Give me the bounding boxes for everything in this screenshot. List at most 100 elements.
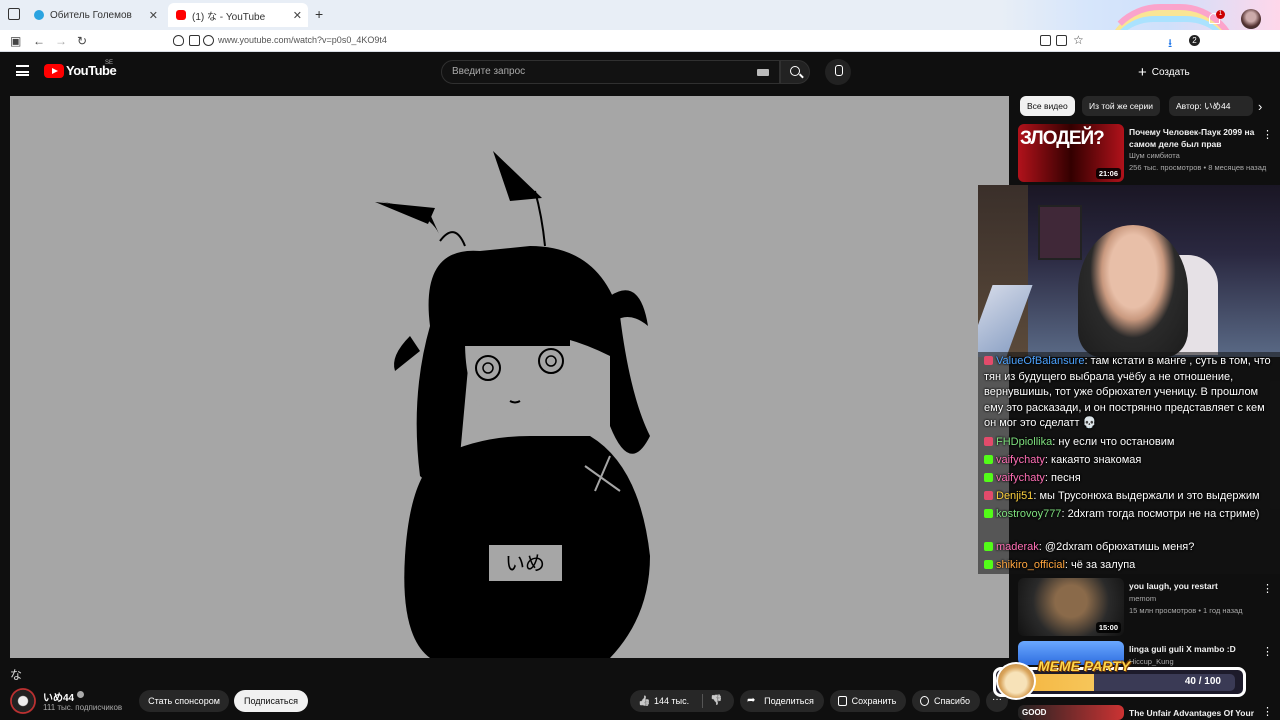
chat-text: какаято знакомая bbox=[1051, 454, 1142, 466]
more-vert-icon[interactable]: ⋮ bbox=[1262, 582, 1273, 595]
video-player[interactable]: いめ bbox=[10, 96, 1009, 658]
youtube-logo-icon[interactable] bbox=[44, 64, 64, 78]
rec-title[interactable]: The Unfair Advantages Of Your bbox=[1129, 707, 1265, 719]
reload-icon[interactable]: ↻ bbox=[77, 34, 87, 48]
tab-actions-icon[interactable] bbox=[8, 8, 20, 20]
tab-youtube[interactable]: (1) な - YouTube ✕ bbox=[168, 3, 308, 27]
chat-message: FHDpiollika: ну если что остановим bbox=[984, 435, 1276, 451]
browser-tab-strip: Обитель Големов ✕ (1) な - YouTube ✕ + bbox=[0, 0, 1280, 52]
chip-author[interactable]: Автор: いめ44 bbox=[1169, 96, 1253, 116]
tab-title: (1) な - YouTube bbox=[192, 11, 266, 23]
share-icon: ➦ bbox=[747, 695, 756, 706]
thanks-button[interactable]: Спасибо bbox=[912, 690, 980, 712]
save-button[interactable]: Сохранить bbox=[830, 690, 906, 712]
recommendation-item[interactable]: 15:00 you laugh, you restart memom 15 мл… bbox=[1018, 578, 1280, 638]
name-tag-text: いめ bbox=[505, 551, 545, 575]
kick-icon bbox=[984, 509, 993, 518]
rec-channel[interactable]: memom bbox=[1129, 594, 1156, 603]
youtube-favicon-icon bbox=[176, 10, 186, 20]
screenshot-icon[interactable] bbox=[1056, 35, 1067, 46]
chevron-right-icon[interactable]: › bbox=[1258, 99, 1262, 114]
rec-title[interactable]: you laugh, you restart bbox=[1129, 580, 1265, 592]
recommendation-item[interactable]: GOOD The Unfair Advantages Of Your ⋮ bbox=[1018, 705, 1280, 720]
reader-icon[interactable] bbox=[1040, 35, 1051, 46]
save-icon bbox=[838, 696, 847, 706]
channel-glyph: な bbox=[10, 668, 23, 682]
keyboard-icon[interactable] bbox=[757, 69, 769, 76]
kick-icon bbox=[984, 560, 993, 569]
chip-all[interactable]: Все видео bbox=[1020, 96, 1075, 116]
notifications-badge: 1 bbox=[1216, 10, 1225, 19]
permissions-icon[interactable] bbox=[203, 35, 214, 46]
verified-icon bbox=[77, 691, 84, 698]
duration-badge: 15:00 bbox=[1095, 622, 1121, 633]
chat-username: shikiro_official bbox=[996, 559, 1065, 571]
voice-search-button[interactable] bbox=[825, 59, 851, 85]
more-vert-icon[interactable]: ⋮ bbox=[1262, 705, 1273, 718]
filter-chips: Все видео Из той же серии Автор: いめ44 › bbox=[1018, 96, 1280, 118]
thumbnail-text: GOOD bbox=[1022, 708, 1047, 717]
doge-icon bbox=[996, 662, 1036, 700]
shield-icon[interactable] bbox=[173, 35, 184, 46]
tab-golem[interactable]: Обитель Големов ✕ bbox=[26, 3, 164, 27]
bookmark-star-icon[interactable]: ☆ bbox=[1073, 33, 1084, 47]
webcam-overlay bbox=[978, 185, 1280, 357]
more-vert-icon[interactable]: ⋮ bbox=[1262, 128, 1273, 141]
channel-name[interactable]: いめ44 bbox=[43, 689, 74, 704]
chat-username: Denji51 bbox=[996, 490, 1034, 502]
poster-decoration bbox=[1038, 205, 1082, 260]
rec-meta: 256 тыс. просмотров • 8 месяцев назад bbox=[1129, 163, 1267, 172]
dislike-icon[interactable]: 👎 bbox=[710, 695, 722, 706]
chat-text: чё за залупа bbox=[1071, 559, 1136, 571]
forward-icon[interactable]: → bbox=[55, 34, 67, 48]
tracking-icon[interactable] bbox=[189, 35, 200, 46]
rec-channel[interactable]: Hiccup_Kung bbox=[1129, 657, 1174, 666]
rec-title[interactable]: linga guli guli X mambo :D bbox=[1129, 643, 1265, 655]
create-button[interactable]: + Создать bbox=[1130, 60, 1198, 84]
chat-message: vaifychaty: какаято знакомая bbox=[984, 453, 1276, 469]
chat-username: vaifychaty bbox=[996, 472, 1045, 484]
menu-icon[interactable] bbox=[16, 65, 29, 76]
thanks-label: Спасибо bbox=[933, 696, 971, 706]
video-thumbnail[interactable]: ЗЛОДЕЙ? 21:06 bbox=[1018, 124, 1124, 182]
profile-badge[interactable]: 2 bbox=[1189, 35, 1200, 46]
search-placeholder: Введите запрос bbox=[452, 66, 526, 77]
chat-text: 2dxram тогда посмотри не на стриме) bbox=[1067, 508, 1260, 520]
address-bar: ▣ ← → ↻ www.youtube.com/watch?v=p0s0_4KO… bbox=[0, 30, 1280, 52]
close-icon[interactable]: ✕ bbox=[293, 9, 302, 22]
streamer-figure bbox=[1078, 225, 1188, 357]
chip-series[interactable]: Из той же серии bbox=[1082, 96, 1160, 116]
account-avatar[interactable] bbox=[1241, 9, 1261, 29]
recommendation-item[interactable]: ЗЛОДЕЙ? 21:06 Почему Человек-Паук 2099 н… bbox=[1018, 124, 1280, 184]
video-thumbnail[interactable]: GOOD bbox=[1018, 705, 1124, 720]
channel-avatar[interactable] bbox=[10, 688, 36, 714]
subscribe-button[interactable]: Подписаться bbox=[234, 690, 308, 712]
search-icon bbox=[790, 66, 800, 76]
new-tab-button[interactable]: + bbox=[315, 6, 323, 22]
chat-message: kostrovoy777: 2dxram тогда посмотри не н… bbox=[984, 507, 1276, 523]
rec-channel[interactable]: Шум симбиота bbox=[1129, 151, 1180, 160]
rec-title[interactable]: Почему Человек-Паук 2099 на самом деле б… bbox=[1129, 126, 1265, 150]
close-icon[interactable]: ✕ bbox=[149, 9, 158, 22]
video-frame-illustration: いめ bbox=[375, 151, 650, 658]
search-button[interactable] bbox=[780, 60, 810, 84]
chat-message: Denji51: мы Трусонюха выдержали и это вы… bbox=[984, 489, 1276, 505]
meme-count: 40 / 100 bbox=[1184, 676, 1221, 687]
share-button[interactable]: ➦ Поделиться bbox=[740, 690, 824, 712]
subscriber-count: 111 тыс. подписчиков bbox=[43, 703, 123, 712]
more-vert-icon[interactable]: ⋮ bbox=[1262, 645, 1273, 658]
rec-meta: 15 млн просмотров • 1 год назад bbox=[1129, 606, 1243, 615]
youtube-header: YouTube SE Введите запрос + Создать bbox=[0, 52, 1280, 92]
video-thumbnail[interactable]: 15:00 bbox=[1018, 578, 1124, 636]
telegram-icon bbox=[34, 10, 44, 20]
url-field[interactable]: www.youtube.com/watch?v=p0s0_4KO9t4 bbox=[218, 35, 387, 45]
chat-message: maderak: @2dxram обрюхатишь меня? bbox=[984, 540, 1276, 556]
thumbnail-text: ЗЛОДЕЙ? bbox=[1020, 128, 1105, 149]
back-icon[interactable]: ← bbox=[33, 34, 45, 48]
search-input[interactable]: Введите запрос bbox=[441, 60, 780, 84]
sponsor-button[interactable]: Стать спонсором bbox=[139, 690, 229, 712]
chat-message: vaifychaty: песня bbox=[984, 471, 1276, 487]
meme-party-title: MEME PARTY bbox=[1038, 658, 1131, 674]
sidebar-toggle-icon[interactable]: ▣ bbox=[10, 34, 21, 48]
chat-username: FHDpiollika bbox=[996, 436, 1053, 448]
